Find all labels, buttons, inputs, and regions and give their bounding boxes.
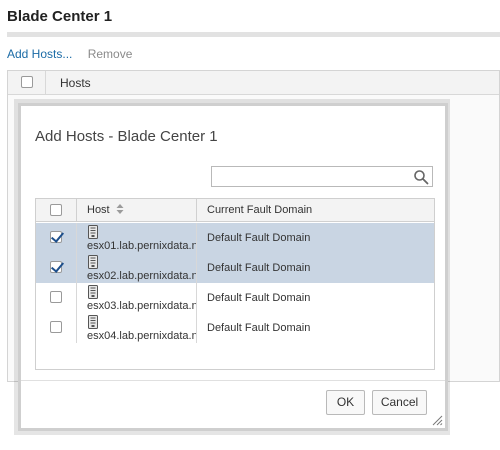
table-header: Host Current Fault Domain <box>36 199 434 222</box>
host-cell: esx03.lab.pernixdata.n <box>77 283 197 313</box>
toolbar: Add Hosts... Remove <box>7 47 132 61</box>
row-checkbox[interactable] <box>50 291 62 303</box>
row-checkbox-cell <box>36 283 77 313</box>
fault-domain-column-label: Current Fault Domain <box>207 204 313 216</box>
sort-icon[interactable] <box>116 204 124 214</box>
host-cell: esx02.lab.pernixdata.n <box>77 253 197 283</box>
dialog-footer-divider <box>21 380 445 381</box>
header-checkbox-cell <box>36 199 77 222</box>
table-row[interactable]: esx04.lab.pernixdata.n Default Fault Doma… <box>36 313 434 343</box>
search-icon[interactable] <box>413 169 429 185</box>
title-divider <box>7 32 500 37</box>
host-name: esx04.lab.pernixdata.n <box>87 330 197 342</box>
select-all-hosts-checkbox[interactable] <box>50 204 62 216</box>
row-checkbox[interactable] <box>50 321 62 333</box>
fault-domain-cell: Default Fault Domain <box>207 322 311 334</box>
search-input[interactable] <box>211 166 433 187</box>
dialog-title: Add Hosts - Blade Center 1 <box>35 128 218 145</box>
table-row[interactable]: esx03.lab.pernixdata.n Default Fault Doma… <box>36 283 434 313</box>
select-all-checkbox[interactable] <box>21 76 33 88</box>
select-all-cell <box>8 71 46 95</box>
resize-grip-icon[interactable] <box>431 414 443 426</box>
host-cell: esx04.lab.pernixdata.n <box>77 313 197 343</box>
host-cell: esx01.lab.pernixdata.n <box>77 223 197 253</box>
page-title: Blade Center 1 <box>7 8 113 25</box>
fault-domain-cell: Default Fault Domain <box>207 292 311 304</box>
ok-button[interactable]: OK <box>326 390 365 415</box>
host-name: esx03.lab.pernixdata.n <box>87 300 197 312</box>
server-icon <box>88 285 98 299</box>
row-checkbox[interactable] <box>50 261 62 273</box>
row-checkbox-cell <box>36 313 77 343</box>
hosts-table: Host Current Fault Domain esx01.lab.pern… <box>35 198 435 370</box>
row-checkbox-cell <box>36 223 77 253</box>
host-name: esx02.lab.pernixdata.n <box>87 270 197 282</box>
remove-link[interactable]: Remove <box>88 47 133 61</box>
add-hosts-link[interactable]: Add Hosts... <box>7 47 72 61</box>
add-hosts-dialog: Add Hosts - Blade Center 1 Host Current … <box>18 103 448 431</box>
fault-domain-column-header[interactable]: Current Fault Domain <box>197 199 434 222</box>
cancel-button[interactable]: Cancel <box>372 390 427 415</box>
host-column-label: Host <box>87 204 110 216</box>
server-icon <box>88 255 98 269</box>
server-icon <box>88 315 98 329</box>
fault-domain-cell: Default Fault Domain <box>207 232 311 244</box>
row-checkbox[interactable] <box>50 231 62 243</box>
hosts-column-header: Hosts <box>60 76 91 90</box>
table-row[interactable]: esx01.lab.pernixdata.n Default Fault Doma… <box>36 223 434 253</box>
table-row[interactable]: esx02.lab.pernixdata.n Default Fault Doma… <box>36 253 434 283</box>
row-checkbox-cell <box>36 253 77 283</box>
server-icon <box>88 225 98 239</box>
search-text-field[interactable] <box>214 168 404 185</box>
host-column-header[interactable]: Host <box>77 199 197 222</box>
hosts-grid-header: Hosts <box>8 71 499 95</box>
host-name: esx01.lab.pernixdata.n <box>87 240 197 252</box>
fault-domain-cell: Default Fault Domain <box>207 262 311 274</box>
